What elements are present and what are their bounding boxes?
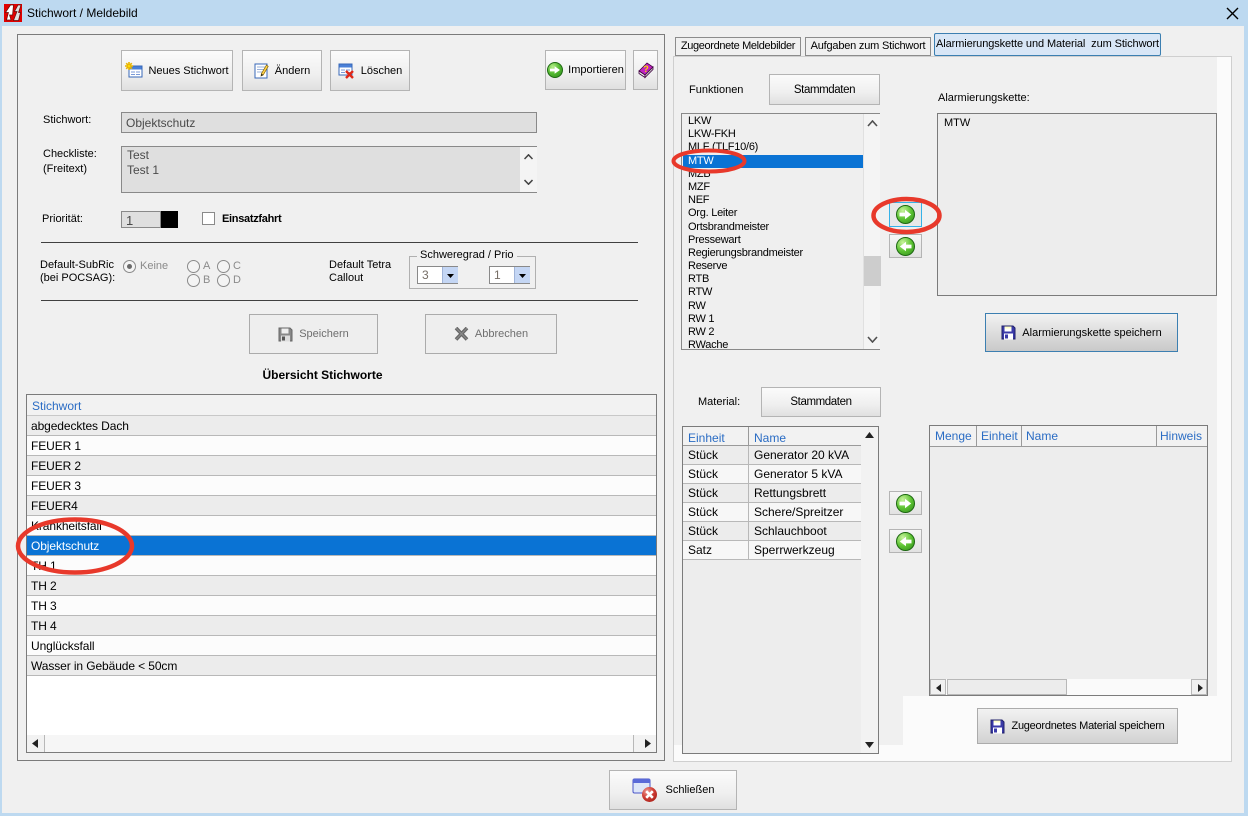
svg-text:?: ?	[643, 64, 649, 74]
